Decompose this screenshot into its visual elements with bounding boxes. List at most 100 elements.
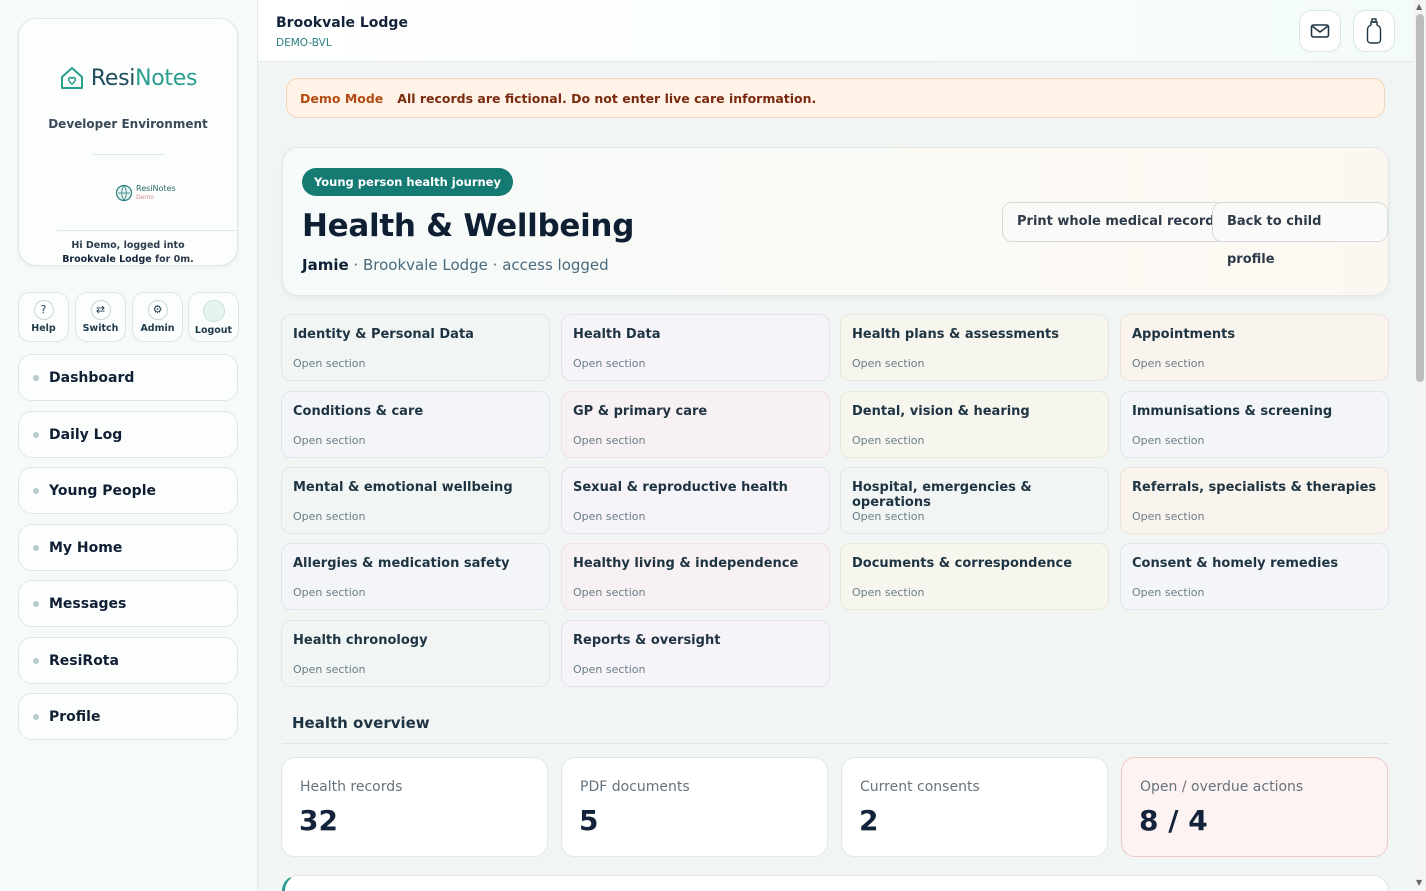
stat-current-consents: Current consents 2: [841, 757, 1108, 857]
nav-daily-log[interactable]: Daily Log: [18, 411, 238, 458]
divider: [282, 743, 1389, 744]
logout-button[interactable]: Logout: [188, 292, 239, 342]
section-mental[interactable]: Mental & emotional wellbeing Open section: [281, 467, 550, 534]
open-section-link[interactable]: Open section: [1132, 357, 1205, 370]
bullet-icon: [33, 713, 39, 720]
health-hero-card: Young person health journey Health & Wel…: [282, 147, 1389, 296]
open-section-link[interactable]: Open section: [1132, 510, 1205, 523]
divider: [57, 230, 237, 231]
scroll-up-icon[interactable]: ▲: [1416, 2, 1422, 11]
stat-health-records: Health records 32: [281, 757, 548, 857]
stat-pdf-documents: PDF documents 5: [561, 757, 828, 857]
open-section-link[interactable]: Open section: [573, 357, 646, 370]
open-section-link[interactable]: Open section: [573, 434, 646, 447]
switch-button[interactable]: ⇄ Switch: [75, 292, 126, 342]
section-title: Health Data: [573, 327, 661, 342]
print-record-button[interactable]: Print whole medical record: [1002, 202, 1230, 242]
health-overview-title: Health overview: [292, 714, 430, 732]
journey-pill: Young person health journey: [302, 168, 513, 196]
login-greeting: Hi Demo, logged into Brookvale Lodge for…: [62, 240, 194, 265]
logout-label: Logout: [194, 325, 233, 336]
notifications-button[interactable]: [1353, 10, 1395, 52]
admin-label: Admin: [140, 323, 175, 334]
section-identity[interactable]: Identity & Personal Data Open section: [281, 314, 550, 381]
nav-messages[interactable]: Messages: [18, 580, 238, 627]
section-referrals[interactable]: Referrals, specialists & therapies Open s…: [1120, 467, 1389, 534]
open-section-link[interactable]: Open section: [852, 434, 925, 447]
open-section-link[interactable]: Open section: [293, 434, 366, 447]
stat-label: PDF documents: [580, 779, 690, 795]
page-title: Health & Wellbeing: [302, 208, 635, 244]
scroll-thumb[interactable]: [1416, 14, 1424, 382]
back-to-profile-button[interactable]: Back to child profile: [1212, 202, 1388, 267]
child-context: Jamie · Brookvale Lodge · access logged: [302, 256, 609, 274]
open-section-link[interactable]: Open section: [1132, 434, 1205, 447]
open-section-link[interactable]: Open section: [293, 510, 366, 523]
open-section-link[interactable]: Open section: [293, 357, 366, 370]
home-logo: ResiNotes Demo: [115, 179, 181, 207]
logout-icon: [202, 300, 225, 322]
section-health-plans[interactable]: Health plans & assessments Open section: [840, 314, 1109, 381]
demo-mode-label: Demo Mode: [300, 90, 384, 106]
open-section-link[interactable]: Open section: [573, 586, 646, 599]
section-healthy-living[interactable]: Healthy living & independence Open sectio…: [561, 543, 830, 610]
section-title: Documents & correspondence: [852, 556, 1073, 571]
scroll-down-icon[interactable]: ▼: [1416, 878, 1422, 887]
open-section-link[interactable]: Open section: [293, 663, 366, 676]
nav-label: Profile: [49, 708, 101, 725]
page-scrollbar[interactable]: ▲ ▼: [1414, 0, 1426, 891]
open-section-link[interactable]: Open section: [573, 510, 646, 523]
nav-label: Messages: [49, 595, 127, 612]
mail-button[interactable]: [1299, 10, 1341, 52]
nav-label: Dashboard: [49, 369, 135, 386]
section-title: Health chronology: [293, 633, 428, 648]
section-reports[interactable]: Reports & oversight Open section: [561, 620, 830, 687]
open-section-link[interactable]: Open section: [1132, 586, 1205, 599]
section-title: Identity & Personal Data: [293, 327, 474, 342]
section-sexual-health[interactable]: Sexual & reproductive health Open section: [561, 467, 830, 534]
section-title: Consent & homely remedies: [1132, 556, 1339, 571]
nav-my-home[interactable]: My Home: [18, 524, 238, 571]
section-consent[interactable]: Consent & homely remedies Open section: [1120, 543, 1389, 610]
section-dental[interactable]: Dental, vision & hearing Open section: [840, 391, 1109, 458]
brand-logo[interactable]: ResiNotes: [19, 63, 237, 93]
stat-value: 8 / 4: [1139, 804, 1208, 837]
section-documents[interactable]: Documents & correspondence Open section: [840, 543, 1109, 610]
gear-icon: ⚙: [147, 300, 168, 320]
demo-mode-text: All records are fictional. Do not enter …: [397, 90, 817, 106]
brand-name: ResiNotes: [90, 65, 198, 91]
mini-logo-text: ResiNotes Demo: [136, 184, 176, 201]
section-conditions[interactable]: Conditions & care Open section: [281, 391, 550, 458]
bullet-icon: [33, 487, 39, 494]
section-hospital[interactable]: Hospital, emergencies & operations Open s…: [840, 467, 1109, 534]
section-appointments[interactable]: Appointments Open section: [1120, 314, 1389, 381]
section-chronology[interactable]: Health chronology Open section: [281, 620, 550, 687]
globe-logo-icon: [115, 184, 133, 202]
next-panel: [282, 875, 1389, 891]
nav-dashboard[interactable]: Dashboard: [18, 354, 238, 401]
open-section-link[interactable]: Open section: [573, 663, 646, 676]
nav-profile[interactable]: Profile: [18, 693, 238, 740]
nav-young-people[interactable]: Young People: [18, 467, 238, 514]
section-immunisations[interactable]: Immunisations & screening Open section: [1120, 391, 1389, 458]
sidebar: ResiNotes Developer Environment ResiNote…: [0, 0, 258, 891]
help-button[interactable]: ? Help: [18, 292, 69, 342]
nav-resirota[interactable]: ResiRota: [18, 637, 238, 684]
section-title: Healthy living & independence: [573, 556, 799, 571]
section-title: GP & primary care: [573, 404, 708, 419]
section-health-data[interactable]: Health Data Open section: [561, 314, 830, 381]
section-gp[interactable]: GP & primary care Open section: [561, 391, 830, 458]
stat-label: Health records: [300, 779, 403, 795]
section-title: Sexual & reproductive health: [573, 480, 788, 495]
open-section-link[interactable]: Open section: [852, 357, 925, 370]
switch-icon: ⇄: [90, 300, 111, 320]
section-allergies[interactable]: Allergies & medication safety Open sectio…: [281, 543, 550, 610]
stat-label: Current consents: [860, 779, 980, 795]
section-title: Reports & oversight: [573, 633, 721, 648]
open-section-link[interactable]: Open section: [852, 586, 925, 599]
nav-label: Young People: [49, 482, 156, 499]
open-section-link[interactable]: Open section: [852, 510, 925, 523]
open-section-link[interactable]: Open section: [293, 586, 366, 599]
admin-button[interactable]: ⚙ Admin: [132, 292, 183, 342]
switch-label: Switch: [82, 323, 119, 334]
